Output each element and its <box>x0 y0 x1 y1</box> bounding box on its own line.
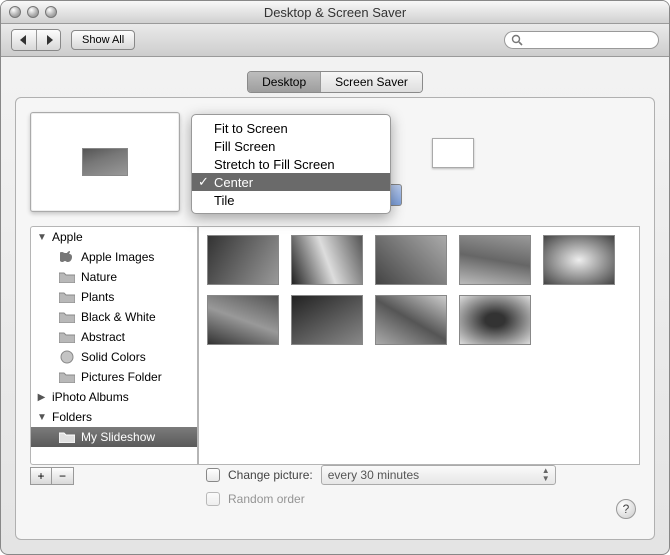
source-item-my-slideshow[interactable]: My Slideshow <box>31 427 197 447</box>
group-label: Folders <box>52 410 92 424</box>
thumbnail[interactable] <box>207 235 279 285</box>
source-item-plants[interactable]: Plants <box>31 287 197 307</box>
checkmark-icon: ✓ <box>198 174 209 190</box>
change-picture-label: Change picture: <box>228 468 313 482</box>
fit-option-stretch[interactable]: Stretch to Fill Screen <box>192 155 390 173</box>
tab-desktop[interactable]: Desktop <box>248 72 320 92</box>
folder-icon <box>59 330 75 344</box>
random-order-checkbox[interactable] <box>206 492 220 506</box>
background-color-swatch[interactable] <box>432 138 474 168</box>
thumbnail-grid <box>198 226 640 465</box>
desktop-preview <box>30 112 180 212</box>
tab-screensaver[interactable]: Screen Saver <box>320 72 422 92</box>
disclosure-triangle-icon: ▼ <box>37 412 46 423</box>
folder-icon <box>59 290 75 304</box>
disclosure-triangle-icon: ▶ <box>37 392 46 403</box>
back-button[interactable] <box>12 30 36 50</box>
folder-icon <box>59 370 75 384</box>
random-order-label: Random order <box>228 492 305 506</box>
source-group-folders[interactable]: ▼ Folders <box>31 407 197 427</box>
folder-icon <box>59 270 75 284</box>
source-item-nature[interactable]: Nature <box>31 267 197 287</box>
add-folder-button[interactable]: + <box>30 467 52 485</box>
thumbnail[interactable] <box>459 295 531 345</box>
circle-icon <box>59 350 75 364</box>
fit-option-center[interactable]: ✓ Center <box>192 173 390 191</box>
remove-folder-button[interactable]: − <box>52 467 74 485</box>
source-item-abstract[interactable]: Abstract <box>31 327 197 347</box>
source-list[interactable]: ▼ Apple Apple Images Nature Plants <box>30 226 198 465</box>
thumbnail[interactable] <box>375 235 447 285</box>
source-group-apple[interactable]: ▼ Apple <box>31 227 197 247</box>
fit-option-fill-screen[interactable]: Fill Screen <box>192 137 390 155</box>
stepper-icon: ▲▼ <box>539 467 553 483</box>
group-label: Apple <box>52 230 83 244</box>
footer-options: Change picture: every 30 minutes ▲▼ Rand… <box>206 463 640 523</box>
panel: ▼ Apple Apple Images Nature Plants <box>15 97 655 540</box>
source-item-bw[interactable]: Black & White <box>31 307 197 327</box>
folder-icon <box>59 310 75 324</box>
titlebar: Desktop & Screen Saver <box>1 1 669 24</box>
search-input[interactable] <box>527 33 652 47</box>
source-item-apple-images[interactable]: Apple Images <box>31 247 197 267</box>
folder-icon <box>59 430 75 444</box>
window-title: Desktop & Screen Saver <box>1 5 669 20</box>
toolbar: Show All <box>1 24 669 57</box>
source-group-iphoto[interactable]: ▶ iPhoto Albums <box>31 387 197 407</box>
source-item-solid[interactable]: Solid Colors <box>31 347 197 367</box>
search-field[interactable] <box>504 31 659 49</box>
disclosure-triangle-icon: ▼ <box>37 232 46 243</box>
add-remove-buttons: + − <box>30 467 74 485</box>
group-label: iPhoto Albums <box>52 390 129 404</box>
forward-button[interactable] <box>36 30 60 50</box>
thumbnail[interactable] <box>291 295 363 345</box>
search-icon <box>511 34 523 46</box>
content: Desktop Screen Saver ▼ Apple Apple <box>1 57 669 554</box>
tab-bar: Desktop Screen Saver <box>15 71 655 93</box>
change-picture-checkbox[interactable] <box>206 468 220 482</box>
thumbnail[interactable] <box>375 295 447 345</box>
fit-option-fit-to-screen[interactable]: Fit to Screen <box>192 119 390 137</box>
help-button[interactable]: ? <box>616 499 636 519</box>
fit-menu: Fit to Screen Fill Screen Stretch to Fil… <box>191 114 391 214</box>
source-item-pictures[interactable]: Pictures Folder <box>31 367 197 387</box>
apple-icon <box>59 250 75 264</box>
thumbnail[interactable] <box>291 235 363 285</box>
prefs-window: Desktop & Screen Saver Show All Desktop … <box>0 0 670 555</box>
thumbnail[interactable] <box>459 235 531 285</box>
preview-thumbnail <box>82 148 128 176</box>
interval-popup[interactable]: every 30 minutes ▲▼ <box>321 465 556 485</box>
thumbnail[interactable] <box>543 235 615 285</box>
thumbnail[interactable] <box>207 295 279 345</box>
nav-segment <box>11 29 61 51</box>
show-all-button[interactable]: Show All <box>71 30 135 50</box>
fit-option-tile[interactable]: Tile <box>192 191 390 209</box>
